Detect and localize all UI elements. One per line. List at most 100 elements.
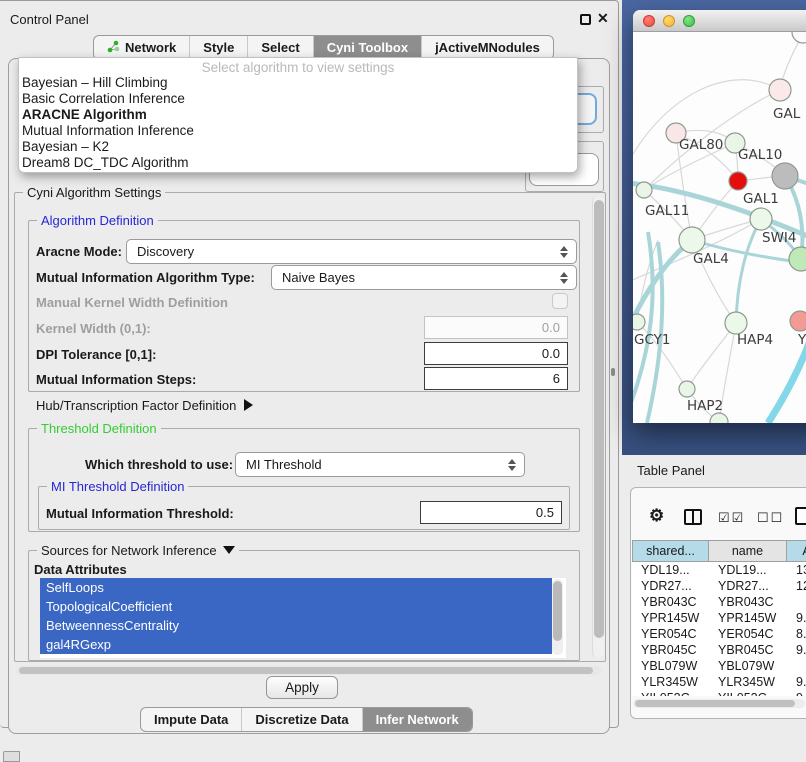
network-node-label: SWI4 xyxy=(762,230,797,246)
column-header-shared[interactable]: shared... xyxy=(632,540,709,562)
table-row[interactable]: YLR345WYLR345W9. xyxy=(632,674,806,690)
network-node[interactable] xyxy=(633,314,645,330)
table-cell: YBL079W xyxy=(709,658,787,674)
expander-arrow-icon xyxy=(244,399,253,411)
network-node-label: GAL11 xyxy=(645,203,689,219)
which-threshold-select[interactable]: MI Threshold xyxy=(235,452,525,477)
close-icon[interactable]: ✕ xyxy=(597,10,609,27)
dpi-tolerance-input[interactable]: 0.0 xyxy=(424,342,568,365)
split-columns-icon[interactable] xyxy=(684,509,702,525)
network-edge xyxy=(736,219,761,323)
algorithm-option-bayesian-hill-climbing[interactable]: Bayesian – Hill Climbing xyxy=(19,75,577,91)
network-node-label: GAL xyxy=(773,106,801,122)
tab-jactivemnodules[interactable]: jActiveMNodules xyxy=(421,36,553,59)
settings-horizontal-scrollbar[interactable] xyxy=(16,666,602,675)
apply-button[interactable]: Apply xyxy=(266,676,338,699)
column-header-a[interactable]: A xyxy=(787,540,806,562)
table-row[interactable]: YER054CYER054C8. xyxy=(632,626,806,642)
table-cell: YIL052C xyxy=(709,690,787,696)
select-all-checkboxes-icon[interactable]: ☑☑ xyxy=(718,510,745,526)
network-node[interactable] xyxy=(679,381,695,397)
table-cell: YBR045C xyxy=(709,642,787,658)
settings-vertical-scrollbar[interactable] xyxy=(592,196,604,658)
tab-impute-data[interactable]: Impute Data xyxy=(141,708,241,731)
network-node[interactable] xyxy=(772,163,798,189)
network-node[interactable] xyxy=(729,172,747,190)
scrollbar-thumb[interactable] xyxy=(594,200,604,638)
mi-steps-input[interactable]: 6 xyxy=(424,367,568,390)
tab-label: Style xyxy=(203,40,234,55)
kernel-width-input[interactable]: 0.0 xyxy=(424,316,568,339)
algorithm-option-basic-correlation-inference[interactable]: Basic Correlation Inference xyxy=(19,91,577,107)
network-node[interactable] xyxy=(769,79,791,101)
attribute-item-gal4rgexp[interactable]: gal4RGexp xyxy=(40,635,552,654)
sources-group-title[interactable]: Sources for Network Inference xyxy=(37,543,239,558)
scrollbar-thumb[interactable] xyxy=(635,700,795,707)
attribute-item-betweennesscentrality[interactable]: BetweennessCentrality xyxy=(40,616,552,635)
table-cell: YDR27... xyxy=(632,578,709,594)
network-node[interactable] xyxy=(725,312,747,334)
algorithm-option-dream8-dc-tdc-algorithm[interactable]: Dream8 DC_TDC Algorithm xyxy=(19,155,577,171)
mac-zoom-icon[interactable] xyxy=(683,15,695,27)
table-horizontal-scrollbar[interactable] xyxy=(633,699,805,708)
attribute-item-selfloops[interactable]: SelfLoops xyxy=(40,578,552,597)
table-row[interactable]: YBR043CYBR043C xyxy=(632,594,806,610)
table-row[interactable]: YPR145WYPR145W9. xyxy=(632,610,806,626)
tab-label: jActiveMNodules xyxy=(435,40,540,55)
combo-stepper-icon xyxy=(508,459,516,471)
mi-type-value: Naive Bayes xyxy=(282,270,355,285)
table-cell xyxy=(787,594,806,610)
network-node[interactable] xyxy=(790,311,806,331)
column-header-name[interactable]: name xyxy=(709,540,787,562)
mac-minimize-icon[interactable] xyxy=(663,15,675,27)
scrollbar-thumb[interactable] xyxy=(553,581,562,641)
network-node-label: GAL80 xyxy=(679,137,723,153)
mi-type-select[interactable]: Naive Bayes xyxy=(271,265,577,290)
algorithm-option-bayesian-k2[interactable]: Bayesian – K2 xyxy=(19,139,577,155)
combo-stepper-icon xyxy=(560,246,568,258)
mac-close-icon[interactable] xyxy=(643,15,655,27)
table-cell: YPR145W xyxy=(709,610,787,626)
tab-infer-network[interactable]: Infer Network xyxy=(362,708,472,731)
table-row[interactable]: YDL19...YDL19...13 xyxy=(632,562,806,578)
network-node[interactable] xyxy=(750,208,772,230)
network-node[interactable] xyxy=(789,247,806,271)
table-row[interactable]: YBR045CYBR045C9. xyxy=(632,642,806,658)
network-node[interactable] xyxy=(636,182,652,198)
table-cell: 9 xyxy=(787,690,806,696)
mi-threshold-label: Mutual Information Threshold: xyxy=(46,506,234,521)
attribute-item-topologicalcoefficient[interactable]: TopologicalCoefficient xyxy=(40,597,552,616)
attributes-scrollbar[interactable] xyxy=(552,579,563,655)
tab-select[interactable]: Select xyxy=(247,36,312,59)
table-rows: YDL19...YDL19...13YDR27...YDR27...12YBR0… xyxy=(632,562,806,696)
hub-definition-expander[interactable]: Hub/Transcription Factor Definition xyxy=(36,398,253,413)
document-icon[interactable] xyxy=(795,507,806,525)
tab-cyni-toolbox[interactable]: Cyni Toolbox xyxy=(313,36,421,59)
panel-divider-handle[interactable] xyxy=(611,368,615,376)
clear-all-checkboxes-icon[interactable]: ☐☐ xyxy=(757,510,784,526)
settings-gear-icon[interactable]: ⚙ xyxy=(649,506,664,526)
manual-kernel-checkbox[interactable] xyxy=(552,293,568,309)
algorithm-option-aracne-algorithm[interactable]: ARACNE Algorithm xyxy=(19,107,577,123)
table-cell: 9. xyxy=(787,642,806,658)
algorithm-option-mutual-information-inference[interactable]: Mutual Information Inference xyxy=(19,123,577,139)
network-canvas[interactable]: GALGAL80GAL10GAL1GAL11SWI4GAL4GCY1HAP4YH… xyxy=(633,32,806,423)
table-row[interactable]: YDR27...YDR27...12 xyxy=(632,578,806,594)
mi-threshold-definition-title: MI Threshold Definition xyxy=(47,479,188,494)
dpi-tolerance-label: DPI Tolerance [0,1]: xyxy=(36,347,156,362)
tab-style[interactable]: Style xyxy=(189,36,247,59)
maximize-icon[interactable] xyxy=(580,14,591,25)
tab-network[interactable]: Network xyxy=(94,36,189,59)
network-node[interactable] xyxy=(710,413,728,423)
mi-type-label: Mutual Information Algorithm Type: xyxy=(36,270,255,285)
aracne-mode-select[interactable]: Discovery xyxy=(126,239,577,264)
table-row[interactable]: YIL052CYIL052C9 xyxy=(632,690,806,696)
aracne-mode-value: Discovery xyxy=(137,244,194,259)
mi-threshold-input[interactable]: 0.5 xyxy=(420,501,562,524)
network-window-titlebar[interactable] xyxy=(633,10,806,32)
tab-discretize-data[interactable]: Discretize Data xyxy=(241,708,361,731)
network-node[interactable] xyxy=(679,227,705,253)
scrollbar-thumb[interactable] xyxy=(19,667,593,674)
network-node[interactable] xyxy=(792,32,806,43)
table-row[interactable]: YBL079WYBL079W xyxy=(632,658,806,674)
